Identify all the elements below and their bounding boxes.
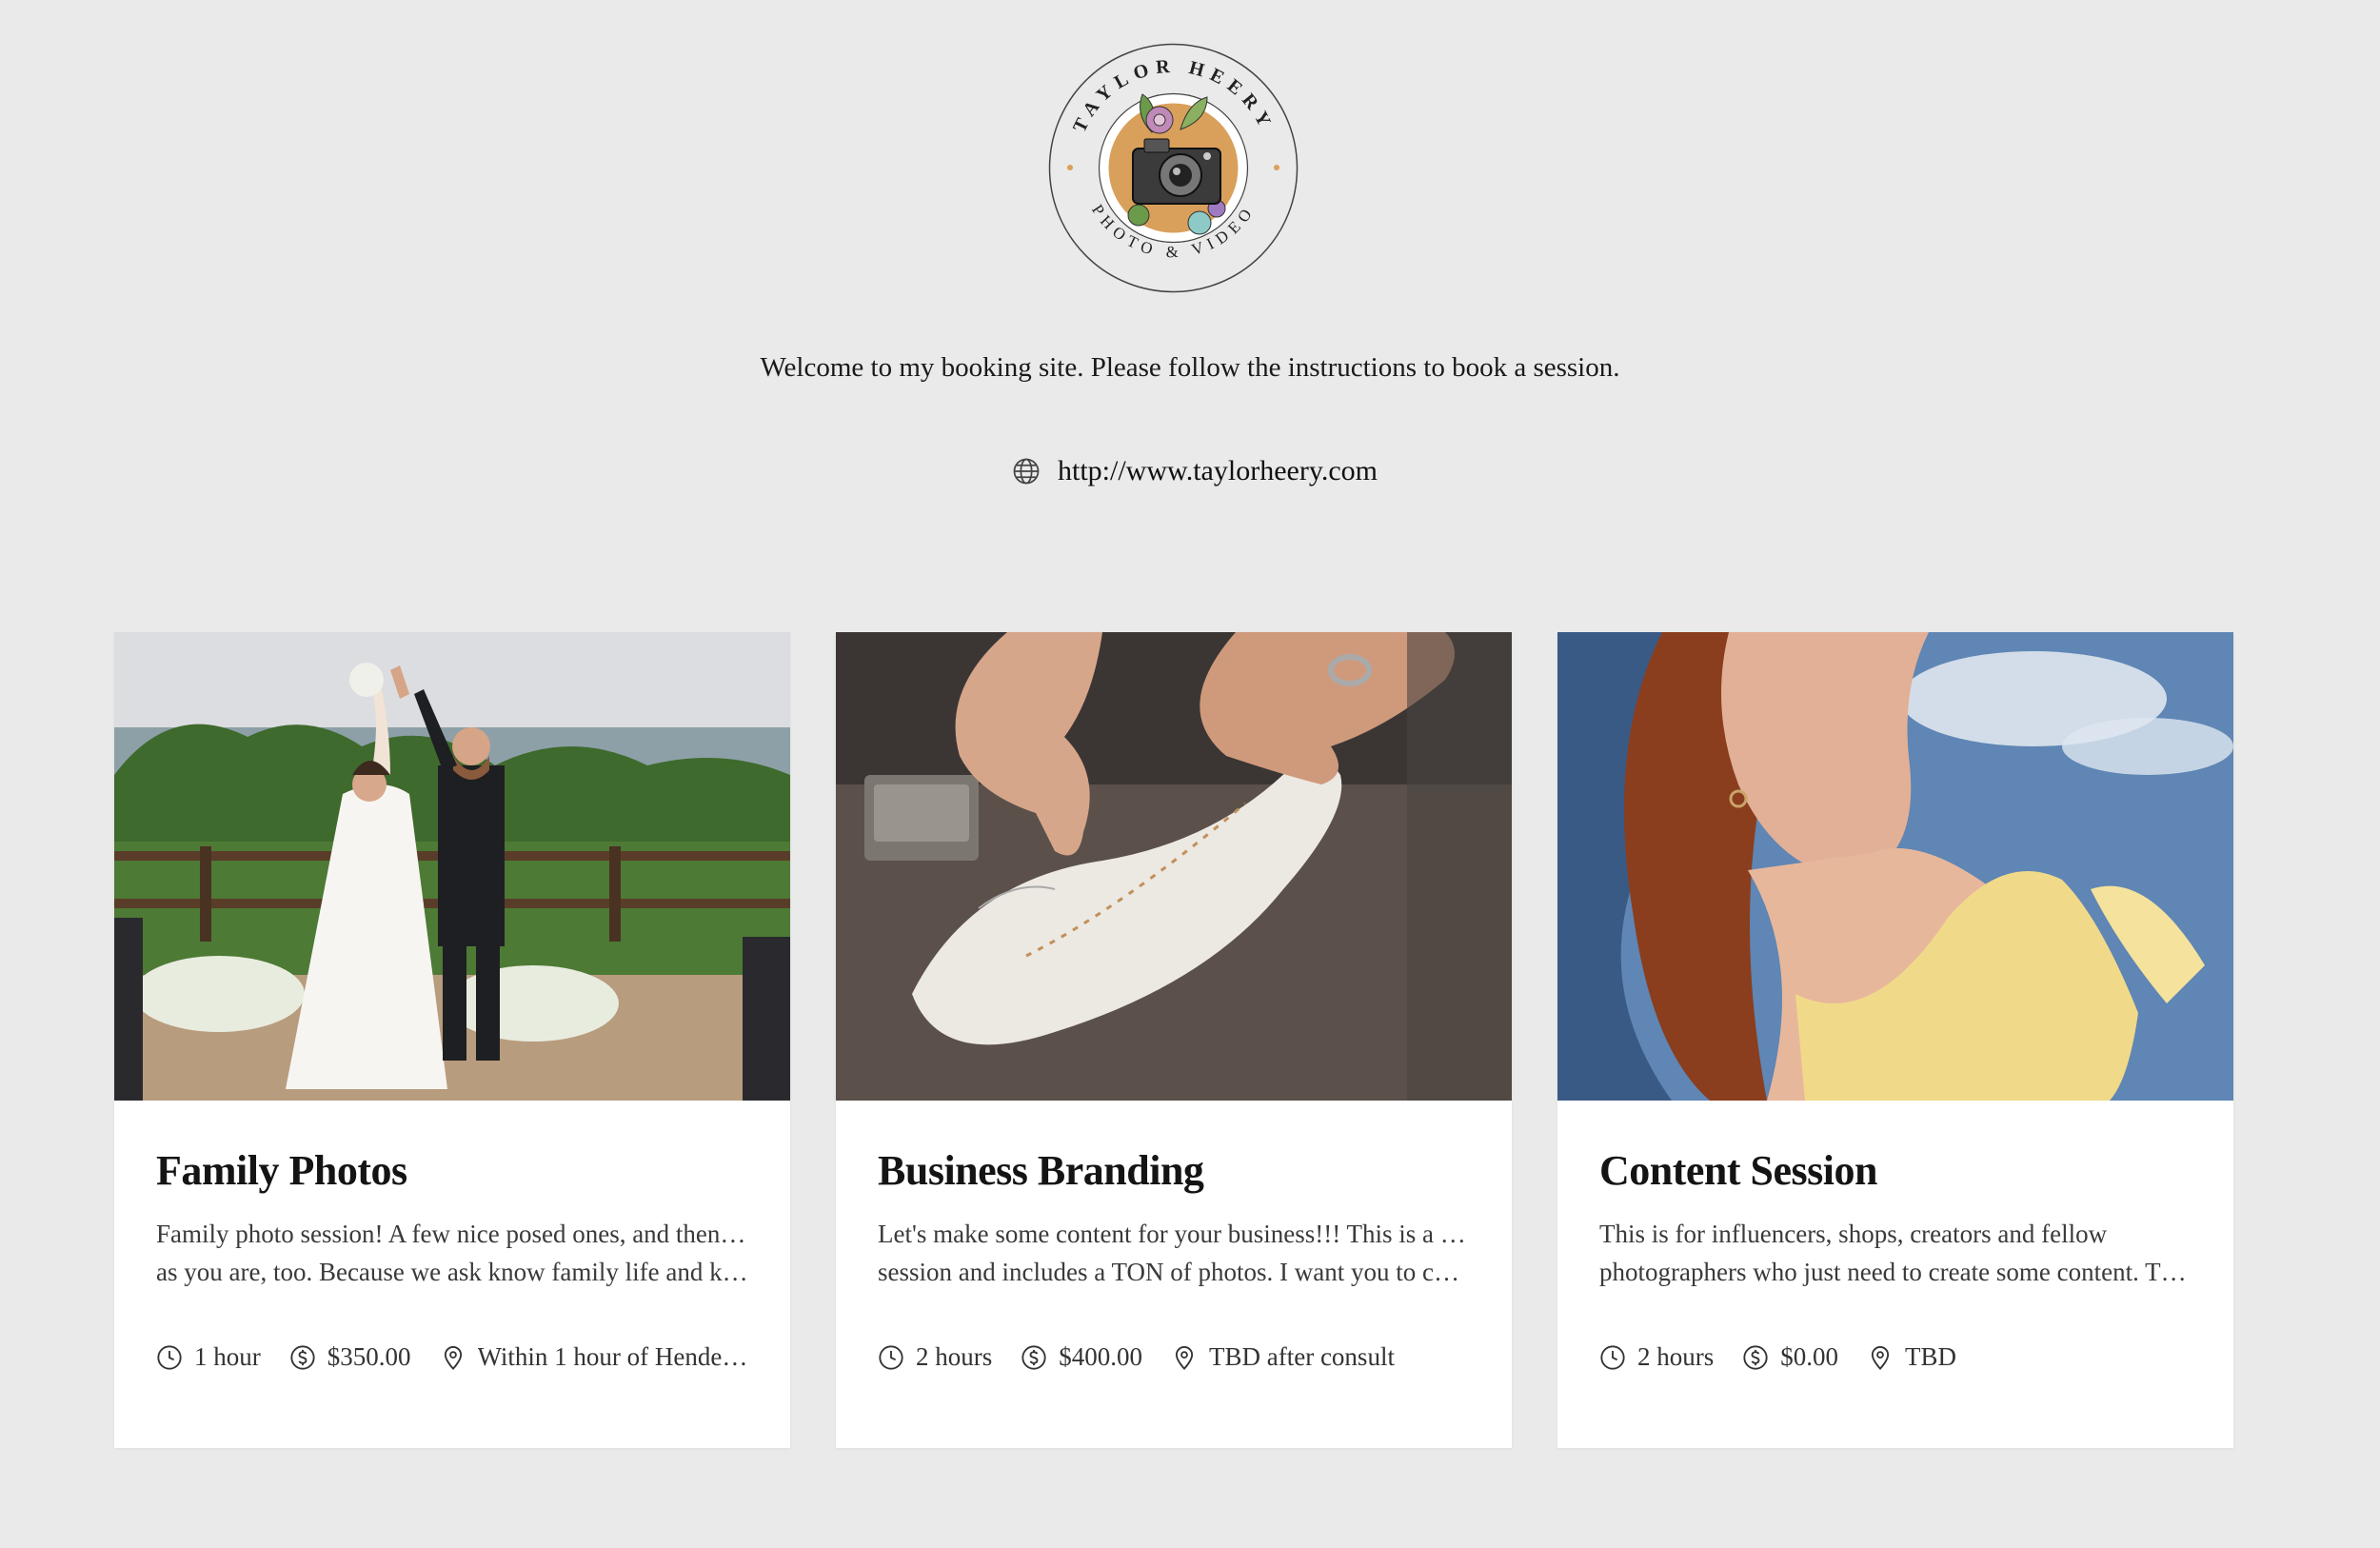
globe-icon [1013,458,1040,485]
card-image-content-session [1557,632,2233,1101]
service-card-family-photos[interactable]: Family Photos Family photo session! A fe… [114,632,790,1448]
card-meta-content-session: 2 hours $0.00 TBD [1599,1342,2199,1372]
card-description: Let's make some content for your busines… [878,1220,1470,1287]
location: TBD [1867,1342,1956,1372]
card-meta-family-photos: 1 hour $350.00 Within 1 hour of Hender… [156,1342,756,1372]
dollar-circle-icon [290,1344,315,1370]
map-pin-icon [444,1345,462,1370]
website-link[interactable]: http://www.taylorheery.com [1012,447,1378,495]
card-title: Family Photos [156,1147,407,1194]
card-description: Family photo session! A few nice posed o… [156,1220,748,1287]
card-title: Business Branding [878,1147,1204,1194]
clock-icon [879,1344,903,1370]
map-pin-icon [1871,1345,1890,1370]
service-card-content-session[interactable]: Content Session This is for influencers,… [1557,632,2233,1448]
dollar-circle-icon [1021,1344,1046,1370]
duration: 2 hours [878,1342,992,1372]
welcome-message: Welcome to my booking site. Please follo… [760,352,1620,383]
card-title: Content Session [1599,1147,1878,1194]
clock-icon [157,1344,182,1370]
price: $350.00 [289,1342,411,1372]
dollar-circle-icon [1743,1344,1768,1370]
duration: 2 hours [1599,1342,1714,1372]
website-url: http://www.taylorheery.com [1058,455,1378,486]
brand-logo: TAYLOR HEERY PHOTO & VIDEO [1047,42,1299,294]
map-pin-icon [1175,1345,1194,1370]
card-meta-business-branding: 2 hours $400.00 TBD after consult [878,1342,1478,1372]
location: Within 1 hour of Hender… [440,1342,754,1372]
price: $0.00 [1742,1342,1838,1372]
location: TBD after consult [1171,1342,1395,1372]
card-description: This is for influencers, shops, creators… [1599,1220,2192,1287]
card-image-family-photos [114,632,790,1101]
duration: 1 hour [156,1342,261,1372]
clock-icon [1600,1344,1625,1370]
card-image-business-branding [836,632,1512,1101]
price: $400.00 [1021,1342,1142,1372]
service-card-business-branding[interactable]: Business Branding Let's make some conten… [836,632,1512,1448]
